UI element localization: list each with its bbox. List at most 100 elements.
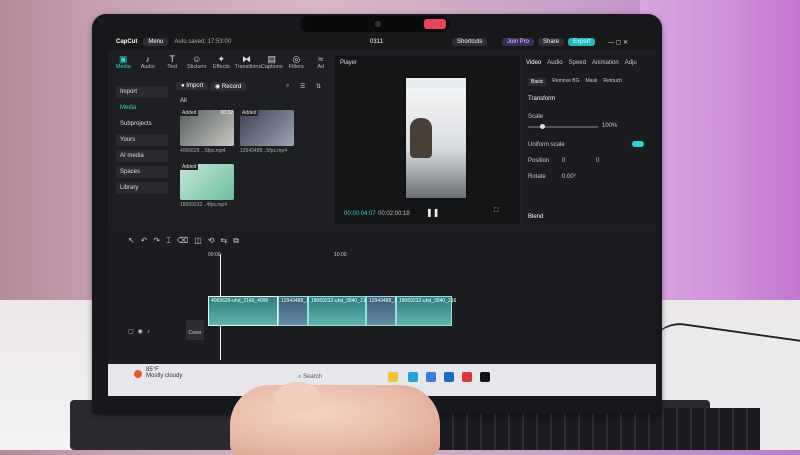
sort-icon[interactable]: ☰ <box>300 83 305 90</box>
position-y[interactable]: 0 <box>596 158 599 164</box>
sidebar-item-media[interactable]: Media <box>116 102 168 114</box>
blend-heading: Blend <box>528 214 544 220</box>
tool-audio[interactable]: ♪ Audio <box>137 50 160 78</box>
filter-all[interactable]: All <box>180 98 187 104</box>
uniform-scale-toggle[interactable] <box>632 141 644 147</box>
delete-icon[interactable]: ⌫ <box>177 236 194 245</box>
rotate-label: Rotate <box>528 174 546 180</box>
subtab-mask[interactable]: Mask <box>585 78 597 86</box>
tool-media[interactable]: ▣ Media <box>112 50 135 78</box>
fullscreen-icon[interactable]: ⛶ <box>494 208 498 215</box>
scale-slider[interactable] <box>528 124 598 129</box>
crop-icon[interactable]: ⧉ <box>233 236 245 245</box>
reverse-icon[interactable]: ⟲ <box>208 236 221 245</box>
search-icon[interactable]: ⌕ <box>286 83 289 90</box>
window-controls[interactable]: — ▢ ✕ <box>608 39 628 46</box>
filters-icon: ◎ <box>292 54 301 64</box>
timeline-clip-1[interactable]: 4065629-uhd_2160_4096 <box>208 296 278 326</box>
asset-toolbar: ▣ Media ♪ Audio T Text ☺ Stickers ✦ Effects ⧓… <box>108 50 332 78</box>
pause-icon[interactable]: ❚❚ <box>426 208 439 217</box>
scale-value[interactable]: 100% <box>602 123 617 129</box>
sidebar-item-import[interactable]: Import <box>116 86 168 98</box>
sidebar-item-yours[interactable]: Yours <box>116 134 168 146</box>
position-x[interactable]: 0 <box>562 158 565 164</box>
mirror-icon[interactable]: ⇆ <box>221 236 234 245</box>
tool-transitions[interactable]: ⧓ Transitions <box>235 50 262 78</box>
select-tool-icon[interactable]: ↖ <box>128 236 141 245</box>
freeze-icon[interactable]: ◫ <box>194 236 208 245</box>
media-panel: ● Import ◉ Record ⌕ ☰ ⇅ All Added 00:32 … <box>176 82 332 232</box>
stickers-icon: ☺ <box>192 54 202 64</box>
file-explorer-icon[interactable] <box>388 372 398 382</box>
captions-icon: ▤ <box>267 54 276 64</box>
text-icon: T <box>169 54 176 64</box>
scale-slider-knob[interactable] <box>540 124 545 129</box>
tool-filters[interactable]: ◎ Filters <box>285 50 308 78</box>
cover-button[interactable]: Cover <box>186 320 204 340</box>
sidebar-item-spaces[interactable]: Spaces <box>116 166 168 178</box>
rotate-value[interactable]: 0.00° <box>562 174 576 180</box>
laptop-keyboard <box>440 408 760 450</box>
tab-video[interactable]: Video <box>526 60 541 66</box>
tab-audio[interactable]: Audio <box>547 60 562 66</box>
inspector-panel: Video Audio Speed Animation Adju Basic R… <box>522 56 656 224</box>
media-filename: 4065629 ...5fps.mp4 <box>180 148 226 154</box>
sidebar-item-ai-media[interactable]: AI media <box>116 150 168 162</box>
store-icon[interactable] <box>426 372 436 382</box>
camera-icon <box>375 21 381 27</box>
audio-icon: ♪ <box>145 54 151 64</box>
edge-icon[interactable] <box>408 372 418 382</box>
tab-speed[interactable]: Speed <box>569 60 586 66</box>
sidebar-item-subprojects[interactable]: Subprojects <box>116 118 168 130</box>
redo-icon[interactable]: ↷ <box>153 236 166 245</box>
menu-button[interactable]: Menu <box>143 38 169 46</box>
added-badge: Added <box>180 110 199 116</box>
title-bar: CapCut Menu Auto saved: 17:53:00 0311 Sh… <box>108 34 656 50</box>
tool-effects[interactable]: ✦ Effects <box>210 50 233 78</box>
capcut-taskbar-icon[interactable] <box>480 372 490 382</box>
timeline-clip-2[interactable]: 12943488_1 <box>278 296 309 326</box>
position-label: Position <box>528 158 550 164</box>
timeline-clip-5[interactable]: 18069232-uhd_3840_216 <box>396 296 456 326</box>
shortcuts-button[interactable]: Shortcuts <box>452 38 488 46</box>
media-thumb-1[interactable]: Added 00:32 <box>180 110 234 146</box>
lock-icon[interactable]: ▢ <box>128 329 138 335</box>
import-button[interactable]: ● Import <box>176 82 209 90</box>
undo-icon[interactable]: ↶ <box>141 236 154 245</box>
tool-adjust[interactable]: ≈ Ad <box>310 50 333 78</box>
search-box[interactable]: ⌕ Search <box>298 374 322 381</box>
ruler-mark: 10:00 <box>334 252 347 258</box>
project-title[interactable]: 0311 <box>370 39 383 45</box>
tab-animation[interactable]: Animation <box>592 60 619 66</box>
timeline-clip-4[interactable]: 12943488_1 <box>366 296 397 326</box>
weather-widget[interactable]: 85°F Mostly cloudy <box>146 367 182 379</box>
subtab-basic[interactable]: Basic <box>528 78 547 86</box>
transitions-icon: ⧓ <box>242 54 251 64</box>
duration-label: 00:32 <box>220 110 233 116</box>
tool-text[interactable]: T Text <box>161 50 184 78</box>
weather-icon <box>134 370 142 378</box>
ruler-mark: 00:00 <box>208 252 221 258</box>
subtab-retouch[interactable]: Retouch <box>603 78 622 86</box>
export-button[interactable]: Export <box>568 38 596 46</box>
hide-icon[interactable]: ◉ <box>138 329 147 335</box>
tab-adjust[interactable]: Adju <box>625 60 637 66</box>
tool-stickers[interactable]: ☺ Stickers <box>186 50 209 78</box>
media-thumb-2[interactable]: Added <box>240 110 294 146</box>
subtab-remove-bg[interactable]: Remove BG <box>552 78 579 86</box>
timeline-clip-3[interactable]: 18069232-uhd_3840_216 <box>308 296 368 326</box>
sidebar-item-library[interactable]: Library <box>116 182 168 194</box>
mail-icon[interactable] <box>444 372 454 382</box>
app-icon[interactable] <box>462 372 472 382</box>
total-time: 00:02:00:18 <box>378 211 410 217</box>
join-pro-button[interactable]: Join Pro <box>502 38 535 46</box>
filter-icon[interactable]: ⇅ <box>316 83 321 90</box>
media-thumb-3[interactable]: Added <box>180 164 234 200</box>
record-button[interactable]: ◉ Record <box>210 82 247 91</box>
tool-captions[interactable]: ▤ Captions <box>261 50 284 78</box>
weather-desc: Mostly cloudy <box>146 373 183 379</box>
share-button[interactable]: Share <box>538 38 565 46</box>
split-icon[interactable]: ⌶ <box>166 236 177 245</box>
media-sidebar: Import Media Subprojects Yours AI media … <box>116 82 168 232</box>
mute-icon[interactable]: ♪ <box>147 329 154 335</box>
